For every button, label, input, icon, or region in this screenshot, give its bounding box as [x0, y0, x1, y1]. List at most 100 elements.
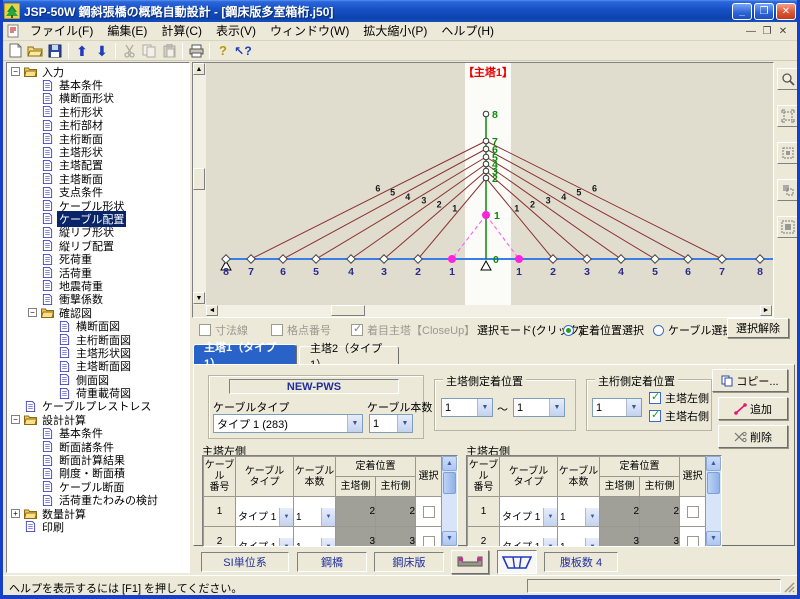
- chevron-down-icon[interactable]: ▼: [321, 538, 335, 547]
- scroll-up-arrow[interactable]: ▲: [442, 456, 457, 471]
- menu-item-6[interactable]: 拡大縮小(P): [356, 23, 434, 39]
- menu-item-3[interactable]: 計算(C): [154, 23, 209, 39]
- deck-node[interactable]: [347, 255, 355, 263]
- copy-cable-button[interactable]: コピー...: [712, 369, 788, 392]
- tower-left-checkbox[interactable]: [649, 392, 661, 404]
- chevron-down-icon[interactable]: ▼: [279, 538, 293, 547]
- tower-node[interactable]: [483, 111, 489, 117]
- tower-anchor-to-combo[interactable]: 1 ▼: [513, 398, 565, 417]
- deck-node[interactable]: [617, 255, 625, 263]
- chevron-down-icon[interactable]: ▼: [626, 399, 641, 416]
- select-cell[interactable]: [680, 527, 706, 548]
- chevron-down-icon[interactable]: ▼: [585, 508, 599, 526]
- context-help-button[interactable]: ↖?: [233, 42, 253, 60]
- collapse-icon[interactable]: −: [28, 308, 37, 317]
- move-down-button[interactable]: ⬇: [92, 42, 112, 60]
- tab-tower2[interactable]: 主塔2（タイプ1）: [299, 346, 399, 364]
- vertical-scroll-thumb[interactable]: [193, 168, 205, 190]
- cable-count-cell[interactable]: 1▼: [558, 497, 600, 527]
- help-button[interactable]: ?: [213, 42, 233, 60]
- menu-item-1[interactable]: ファイル(F): [23, 23, 100, 39]
- expand-icon[interactable]: +: [11, 509, 20, 518]
- tower-node[interactable]: [483, 154, 489, 160]
- scroll-up-arrow[interactable]: ▲: [706, 456, 721, 471]
- tree-item-数量計算[interactable]: + 数量計算: [7, 507, 189, 520]
- anchor-position-radio[interactable]: [563, 325, 574, 336]
- tower-node[interactable]: [483, 175, 489, 181]
- deck-node[interactable]: [651, 255, 659, 263]
- scroll-down-arrow[interactable]: ▼: [193, 292, 205, 304]
- print-button[interactable]: [186, 42, 206, 60]
- chevron-down-icon[interactable]: ▼: [397, 415, 412, 432]
- right-table-scrollbar[interactable]: ▲ ▼: [706, 456, 721, 546]
- new-file-button[interactable]: [5, 42, 25, 60]
- add-cable-button[interactable]: 追加: [718, 397, 788, 420]
- zoom-window-button[interactable]: [777, 142, 799, 164]
- chevron-down-icon[interactable]: ▼: [543, 508, 557, 526]
- left-table-scrollbar[interactable]: ▲ ▼: [442, 456, 457, 546]
- deck-node[interactable]: [684, 255, 692, 263]
- deck-node[interactable]: [247, 255, 255, 263]
- deck-node[interactable]: [718, 255, 726, 263]
- clear-selection-button[interactable]: 選択解除: [727, 318, 789, 338]
- chevron-down-icon[interactable]: ▼: [549, 399, 564, 416]
- girder-anchor-combo[interactable]: 1 ▼: [592, 398, 642, 417]
- collapse-icon[interactable]: −: [11, 67, 20, 76]
- tree-item-活荷重たわみの検討[interactable]: 活荷重たわみの検討: [7, 494, 189, 507]
- cable-count-combo[interactable]: 1 ▼: [369, 414, 413, 433]
- bridge-diagram-canvas[interactable]: 【主塔1】11223344556687654321123456788765432…: [206, 63, 773, 305]
- chevron-down-icon[interactable]: ▼: [279, 508, 293, 526]
- cable-count-cell[interactable]: 1▼: [294, 497, 336, 527]
- select-cell[interactable]: [416, 527, 442, 548]
- deck-section-button[interactable]: [451, 550, 489, 574]
- collapse-icon[interactable]: −: [11, 415, 20, 424]
- box-girder-section-button[interactable]: [497, 550, 537, 574]
- tree-item-死荷重[interactable]: 死荷重: [7, 252, 189, 265]
- scroll-thumb[interactable]: [707, 472, 720, 494]
- select-cell[interactable]: [680, 497, 706, 527]
- horizontal-scrollbar[interactable]: ◄ ►: [206, 305, 773, 317]
- dimension-line-checkbox[interactable]: [199, 324, 211, 336]
- cable-type-combo[interactable]: タイプ 1 (283) ▼: [213, 414, 363, 433]
- scroll-down-arrow[interactable]: ▼: [706, 531, 721, 546]
- menu-item-7[interactable]: ヘルプ(H): [434, 23, 501, 39]
- fit-view-button[interactable]: [777, 105, 799, 127]
- move-up-button[interactable]: ⬆: [72, 42, 92, 60]
- scroll-up-arrow[interactable]: ▲: [193, 63, 205, 75]
- selected-anchor-node[interactable]: [515, 255, 523, 263]
- tower-right-checkbox[interactable]: [649, 410, 661, 422]
- cable-type-cell[interactable]: タイプ 1▼: [236, 527, 294, 548]
- menu-item-2[interactable]: 編集(E): [100, 23, 154, 39]
- chevron-down-icon[interactable]: ▼: [347, 415, 362, 432]
- mdi-minimize-button[interactable]: —: [743, 24, 759, 38]
- horizontal-scroll-thumb[interactable]: [331, 305, 365, 316]
- minimize-button[interactable]: _: [732, 3, 752, 20]
- selected-tower-anchor-node[interactable]: [482, 211, 490, 219]
- tower-node[interactable]: [483, 161, 489, 167]
- tree-item-衝撃係数[interactable]: 衝撃係数: [7, 293, 189, 306]
- mdi-close-button[interactable]: ✕: [775, 24, 791, 38]
- scroll-thumb[interactable]: [443, 472, 456, 494]
- tab-tower1[interactable]: 主塔1（タイプ1）: [193, 344, 297, 364]
- cable-line-6[interactable]: [251, 141, 486, 259]
- cable-line-6[interactable]: [486, 141, 722, 259]
- tower-node[interactable]: [483, 146, 489, 152]
- menu-item-4[interactable]: 表示(V): [209, 23, 263, 39]
- cable-type-cell[interactable]: タイプ 1▼: [500, 497, 558, 527]
- center-view-button[interactable]: [777, 216, 799, 238]
- zoom-region-button[interactable]: [777, 179, 799, 201]
- tree-item-縦リブ配置[interactable]: 縦リブ配置: [7, 239, 189, 252]
- selected-anchor-node[interactable]: [448, 255, 456, 263]
- resize-grip[interactable]: [782, 580, 795, 593]
- cable-count-cell[interactable]: 1▼: [558, 527, 600, 548]
- cable-count-cell[interactable]: 1▼: [294, 527, 336, 548]
- scroll-left-arrow[interactable]: ◄: [206, 305, 218, 316]
- deck-node[interactable]: [279, 255, 287, 263]
- cable-select-radio[interactable]: [653, 325, 664, 336]
- chevron-down-icon[interactable]: ▼: [585, 538, 599, 547]
- menu-item-5[interactable]: ウィンドウ(W): [263, 23, 356, 39]
- close-button[interactable]: ✕: [776, 3, 796, 20]
- chevron-down-icon[interactable]: ▼: [543, 538, 557, 547]
- open-file-button[interactable]: [25, 42, 45, 60]
- tree-item-label[interactable]: 印刷: [40, 519, 66, 535]
